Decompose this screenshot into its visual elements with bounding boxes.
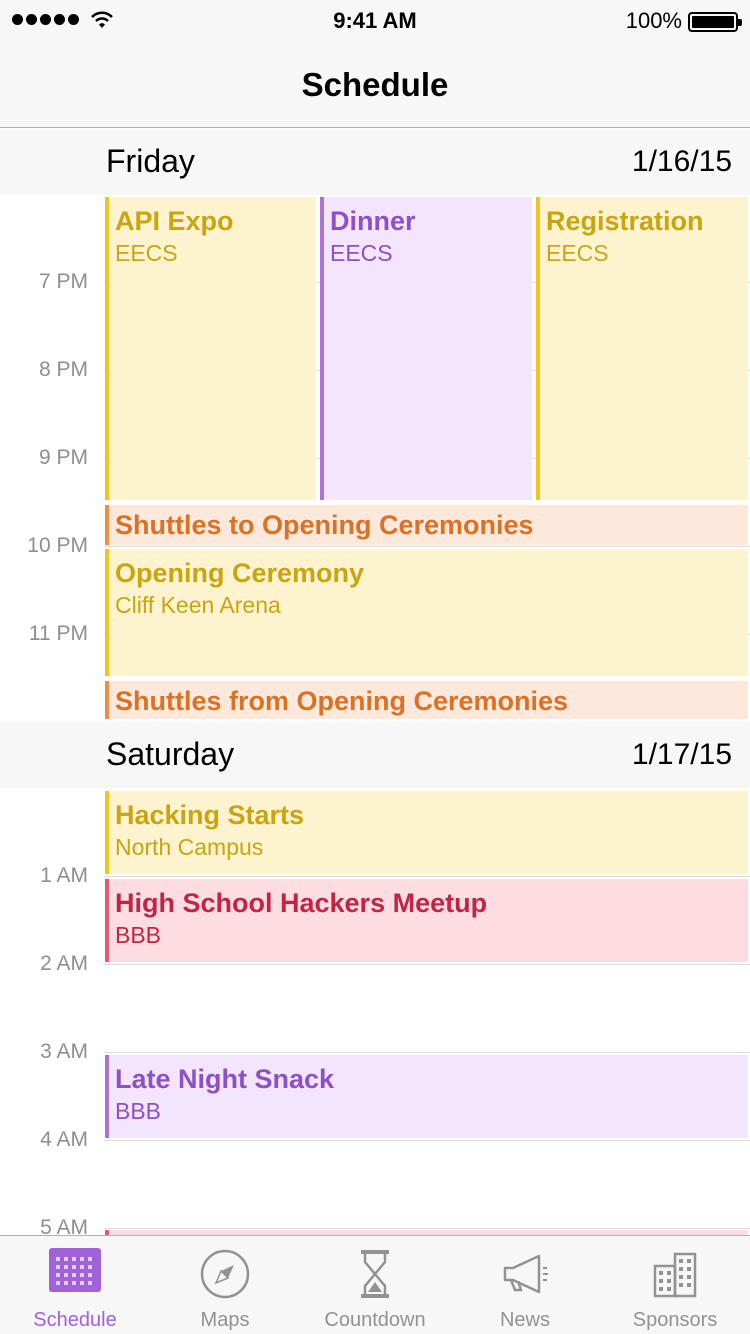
event-dinner[interactable]: Dinner EECS [320,197,532,500]
day-header-friday: Friday 1/16/15 [0,129,750,195]
event-title: Shuttles to Opening Ceremonies [115,510,534,540]
tab-schedule[interactable]: Schedule [0,1236,150,1334]
day-name: Friday [106,143,195,179]
hour-label: 1 AM [40,864,88,887]
hour-label: 10 PM [27,534,88,557]
day-header-saturday: Saturday 1/17/15 [0,722,750,788]
day-date: 1/16/15 [631,145,732,178]
event-location: North Campus [115,834,264,860]
event-api-expo[interactable]: API Expo EECS [105,197,316,500]
event-opening-ceremony[interactable]: Opening Ceremony Cliff Keen Arena [105,549,748,676]
event-shuttles-to-opening-ceremonies[interactable]: Shuttles to Opening Ceremonies [105,505,748,545]
event-location: EECS [546,240,609,266]
megaphone-icon [503,1254,548,1294]
hour-label: 7 PM [38,270,88,293]
tab-maps[interactable]: Maps [150,1236,300,1334]
event-title: High School Hackers Meetup [115,888,488,918]
tab-news[interactable]: News [450,1236,600,1334]
event-late-night-snack[interactable]: Late Night Snack BBB [105,1055,748,1138]
hourglass-icon [361,1250,389,1298]
event-location: Cliff Keen Arena [115,592,281,618]
hour-label: 11 PM [28,622,88,645]
day-date: 1/17/15 [631,738,732,771]
event-title: Late Night Snack [115,1064,335,1094]
hour-gridline [104,876,750,877]
page-title: Schedule [301,66,449,103]
hour-label: 3 AM [40,1040,88,1063]
event-title: Shuttles from Opening Ceremonies [115,686,569,716]
battery-icon [688,12,742,32]
tab-label: News [499,1309,550,1331]
hour-gridline [104,546,750,547]
hour-label: 5 AM [40,1216,88,1235]
event-hacking-starts[interactable]: Hacking Starts North Campus [105,791,748,874]
hour-label: 8 PM [38,358,88,381]
hour-gridline [104,964,750,965]
event-shuttles-from-opening-ceremonies[interactable]: Shuttles from Opening Ceremonies [105,681,748,719]
event-title: Hacking Starts [115,800,305,830]
tab-sponsors[interactable]: Sponsors [600,1236,750,1334]
tab-label: Countdown [324,1309,426,1331]
tab-bar: Schedule Maps Countdown News Sponsors [0,1235,750,1334]
event-location: BBB [115,1098,162,1124]
event-high-school-hackers-meetup[interactable]: High School Hackers Meetup BBB [105,879,748,962]
event-title: Dinner [330,206,416,236]
hour-gridline [104,1140,750,1141]
tab-label: Sponsors [632,1309,718,1331]
compass-icon [200,1249,250,1299]
calendar-grid-icon [49,1248,101,1292]
status-bar: 9:41 AM 100% [0,0,750,40]
tab-countdown[interactable]: Countdown [300,1236,450,1334]
event-location: EECS [330,240,393,266]
hour-label: 9 PM [38,446,88,469]
tab-label: Maps [200,1309,250,1331]
navigation-bar: Schedule [0,40,750,128]
hour-gridline [104,1052,750,1053]
hour-gridline [104,1228,750,1229]
event-registration[interactable]: Registration EECS [536,197,748,500]
event-title: Opening Ceremony [115,558,365,588]
tab-label: Schedule [33,1309,117,1331]
hour-label: 4 AM [40,1128,88,1151]
building-icon [653,1252,697,1298]
event-location: BBB [115,922,162,948]
schedule-list[interactable]: Friday 1/16/15 7 PM 8 PM 9 PM 10 PM 11 P… [0,129,750,1235]
event-title: API Expo [115,206,234,236]
event-location: EECS [115,240,178,266]
day-name: Saturday [106,736,235,772]
battery-percentage: 100% [625,8,682,33]
event-title: Registration [546,206,704,236]
hour-label: 2 AM [40,952,88,975]
